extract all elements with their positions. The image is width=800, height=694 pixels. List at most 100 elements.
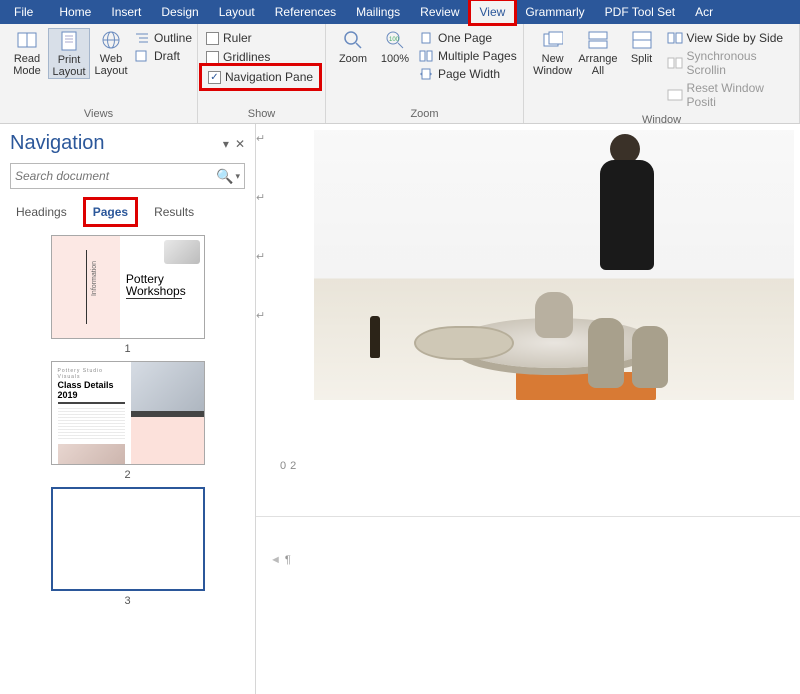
page-width-label: Page Width <box>438 67 500 81</box>
anchor-icon: ◄ <box>270 554 281 566</box>
tab-references[interactable]: References <box>265 0 346 24</box>
tab-file[interactable]: File <box>0 0 49 24</box>
tab-acrobat-truncated[interactable]: Acr <box>685 0 723 24</box>
side-by-side-label: View Side by Side <box>687 31 784 45</box>
reset-pos-label: Reset Window Positi <box>687 81 793 109</box>
draft-button[interactable]: Draft <box>134 48 192 64</box>
multiple-pages-icon <box>418 49 434 63</box>
multiple-pages-button[interactable]: Multiple Pages <box>418 48 517 64</box>
pilcrow-icon: ¶ <box>285 554 291 566</box>
thumb2-title: Class Details 2019 <box>58 380 125 400</box>
paragraph-marks: ↵ ↵ ↵ ↵ <box>256 132 265 322</box>
multiple-pages-label: Multiple Pages <box>438 49 517 63</box>
thumbnail-page-3[interactable] <box>51 487 205 591</box>
thumb2-subtitle: Pottery Studio Visuals <box>58 368 125 380</box>
navigation-pane-checkbox[interactable]: ✓ Navigation Pane <box>204 68 317 86</box>
tab-design[interactable]: Design <box>151 0 208 24</box>
magnifier-icon <box>343 30 363 50</box>
hundred-percent-button[interactable]: 100 100% <box>374 28 416 65</box>
reset-pos-icon <box>667 88 683 102</box>
new-window-icon <box>543 30 563 50</box>
synchronous-scrolling-button[interactable]: Synchronous Scrollin <box>667 48 793 78</box>
svg-text:100: 100 <box>389 37 400 43</box>
menu-tabs: File Home Insert Design Layout Reference… <box>0 0 800 24</box>
zoom-label: Zoom <box>339 53 367 65</box>
reset-window-position-button[interactable]: Reset Window Positi <box>667 80 793 110</box>
checkbox-icon <box>206 51 219 64</box>
new-window-label: New Window <box>533 53 572 77</box>
print-layout-label: Print Layout <box>52 54 85 78</box>
navigation-pane-label: Navigation Pane <box>225 70 313 84</box>
outline-button[interactable]: Outline <box>134 30 192 46</box>
web-layout-label: Web Layout <box>94 53 127 77</box>
one-page-button[interactable]: One Page <box>418 30 517 46</box>
one-page-label: One Page <box>438 31 492 45</box>
page-width-button[interactable]: Page Width <box>418 66 517 82</box>
thumbnail-1-number: 1 <box>124 343 130 355</box>
draft-icon <box>134 49 150 63</box>
search-dropdown-icon[interactable]: ▾ <box>235 171 240 182</box>
tab-layout[interactable]: Layout <box>209 0 265 24</box>
navigation-title: Navigation <box>10 132 105 155</box>
tab-review[interactable]: Review <box>410 0 469 24</box>
ribbon: Read Mode Print Layout Web Layout Outlin… <box>0 24 800 124</box>
zoom-button[interactable]: Zoom <box>332 28 374 65</box>
section-break-marks: ◄ ¶ <box>270 554 291 566</box>
view-side-by-side-button[interactable]: View Side by Side <box>667 30 793 46</box>
thumbnail-page-2[interactable]: Pottery Studio Visuals Class Details 201… <box>51 361 205 465</box>
thumbnail-2-number: 2 <box>124 469 130 481</box>
views-group-label: Views <box>0 108 197 123</box>
dropdown-icon[interactable]: ▾ <box>223 137 229 151</box>
search-icon[interactable]: 🔍 <box>214 168 235 185</box>
close-icon[interactable]: ✕ <box>235 137 245 151</box>
sync-scroll-label: Synchronous Scrollin <box>687 49 793 77</box>
page-width-icon <box>418 67 434 81</box>
tab-view[interactable]: View <box>470 0 516 24</box>
checkbox-checked-icon: ✓ <box>208 71 221 84</box>
print-layout-button[interactable]: Print Layout <box>48 28 90 79</box>
side-by-side-icon <box>667 31 683 45</box>
read-mode-icon <box>17 30 37 50</box>
web-layout-icon <box>101 30 121 50</box>
one-page-icon <box>418 31 434 45</box>
pilcrow-icon: ↵ <box>256 191 265 204</box>
pilcrow-icon: ↵ <box>256 250 265 263</box>
web-layout-button[interactable]: Web Layout <box>90 28 132 77</box>
tab-home[interactable]: Home <box>49 0 101 24</box>
sync-scroll-icon <box>667 56 683 70</box>
page-separator <box>256 516 800 517</box>
ruler-label: Ruler <box>223 31 252 45</box>
new-window-button[interactable]: New Window <box>530 28 575 77</box>
search-box[interactable]: 🔍 ▾ <box>10 163 245 189</box>
page-thumbnails: Information Pottery Workshops 1 Pot <box>10 235 245 694</box>
arrange-all-icon <box>588 30 608 50</box>
document-image-pottery[interactable] <box>314 130 794 400</box>
nav-tab-pages[interactable]: Pages <box>87 201 134 223</box>
thumbnail-3-number: 3 <box>124 595 130 607</box>
gridlines-checkbox[interactable]: Gridlines <box>204 49 272 65</box>
read-mode-button[interactable]: Read Mode <box>6 28 48 77</box>
show-group-label: Show <box>198 108 325 123</box>
zoom-group-label: Zoom <box>326 108 523 123</box>
tab-pdf-tool-set[interactable]: PDF Tool Set <box>595 0 685 24</box>
print-layout-icon <box>59 31 79 51</box>
outline-label: Outline <box>154 31 192 45</box>
ruler-checkbox[interactable]: Ruler <box>204 30 254 46</box>
arrange-all-label: Arrange All <box>578 53 617 77</box>
search-input[interactable] <box>15 169 214 183</box>
split-label: Split <box>631 53 652 65</box>
pilcrow-icon: ↵ <box>256 309 265 322</box>
tab-insert[interactable]: Insert <box>101 0 151 24</box>
arrange-all-button[interactable]: Arrange All <box>575 28 620 77</box>
outline-icon <box>134 31 150 45</box>
tab-grammarly[interactable]: Grammarly <box>515 0 594 24</box>
thumb1-title-2: Workshops <box>126 284 198 299</box>
tab-mailings[interactable]: Mailings <box>346 0 410 24</box>
split-button[interactable]: Split <box>621 28 663 65</box>
thumbnail-page-1[interactable]: Information Pottery Workshops <box>51 235 205 339</box>
nav-tab-results[interactable]: Results <box>148 201 200 223</box>
nav-tab-headings[interactable]: Headings <box>10 201 73 223</box>
pilcrow-icon: ↵ <box>256 132 265 145</box>
checkbox-icon <box>206 32 219 45</box>
document-area[interactable]: ↵ ↵ ↵ ↵ 02 ◄ ¶ <box>256 124 800 694</box>
